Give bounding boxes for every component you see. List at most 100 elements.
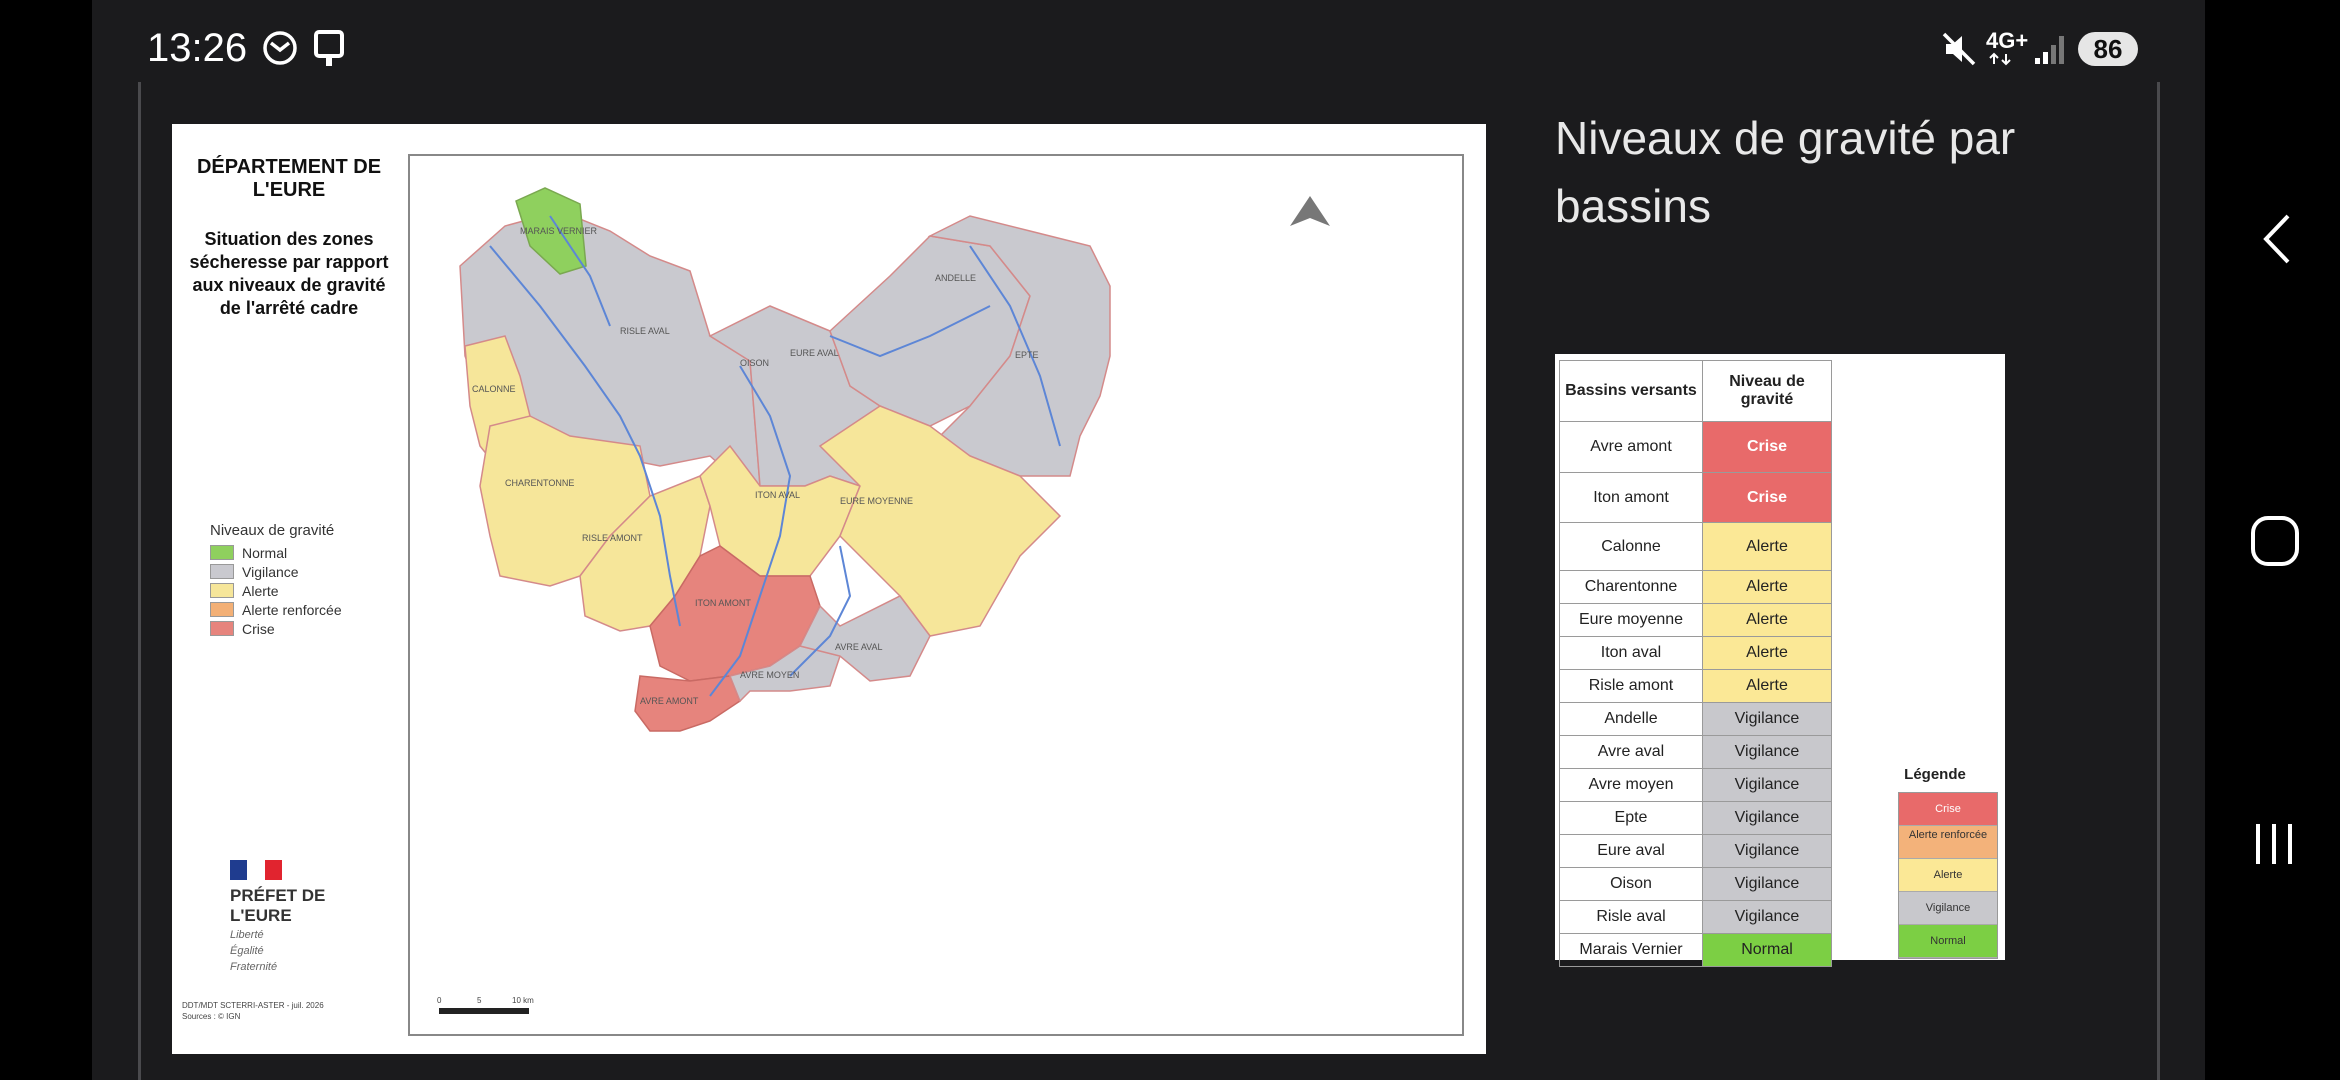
region-label-avre-aval: AVRE AVAL xyxy=(835,642,883,652)
north-arrow-icon xyxy=(1290,196,1330,226)
map-subtitle: Situation des zones sécheresse par rappo… xyxy=(189,229,389,318)
recent-apps-nav-button[interactable] xyxy=(2252,820,2296,873)
status-time: 13:26 xyxy=(147,26,248,70)
region-label-eure-aval: EURE AVAL xyxy=(790,348,839,358)
map-legend-label: Vigilance xyxy=(242,563,299,580)
home-nav-button[interactable] xyxy=(2250,515,2300,572)
bassin-cell: Risle aval xyxy=(1559,900,1703,934)
table-legend-item: Alerte renforcée xyxy=(1899,826,1997,859)
table-row: Charentonne Alerte xyxy=(1559,570,1832,604)
map-legend-item: Normal xyxy=(210,543,342,562)
drought-map: MARAIS VERNIER RISLE AVAL CALONNE OISON … xyxy=(459,187,1330,732)
gravity-table-image[interactable]: Bassins versants Niveau de gravité Avre … xyxy=(1555,354,2005,967)
table-legend-item: Crise xyxy=(1899,793,1997,826)
region-label-iton-amont: ITON AMONT xyxy=(695,598,751,608)
table-legend-item: Alerte xyxy=(1899,859,1997,892)
table-row: Avre aval Vigilance xyxy=(1559,735,1832,769)
table-row: Avre moyen Vigilance xyxy=(1559,768,1832,802)
niveau-cell: Alerte xyxy=(1702,570,1832,604)
bassin-cell: Epte xyxy=(1559,801,1703,835)
region-label-avre-amont: AVRE AMONT xyxy=(640,696,699,706)
gravity-table: Bassins versants Niveau de gravité Avre … xyxy=(1559,360,1832,967)
bassin-cell: Andelle xyxy=(1559,702,1703,736)
map-frame: MARAIS VERNIER RISLE AVAL CALONNE OISON … xyxy=(408,154,1464,1036)
legend-swatch xyxy=(210,583,234,598)
republic-flag-icon xyxy=(230,860,282,880)
table-header-bassins: Bassins versants xyxy=(1559,360,1703,422)
left-content-border xyxy=(138,82,141,1080)
region-label-risle-amont: RISLE AMONT xyxy=(582,533,643,543)
map-legend-label: Crise xyxy=(242,620,275,637)
niveau-cell: Alerte xyxy=(1702,522,1832,571)
legend-swatch xyxy=(210,602,234,617)
region-label-eure-moyenne: EURE MOYENNE xyxy=(840,496,913,506)
niveau-cell: Alerte xyxy=(1702,636,1832,670)
table-row: Andelle Vigilance xyxy=(1559,702,1832,736)
network-type-icon: 4G+ xyxy=(1986,28,2029,66)
bassin-cell: Risle amont xyxy=(1559,669,1703,703)
network-type-label: 4G+ xyxy=(1986,28,2029,53)
scale-bar: 0 5 10 km xyxy=(437,994,537,1023)
table-row: Epte Vigilance xyxy=(1559,801,1832,835)
cast-notification-icon xyxy=(313,30,345,73)
devise-fraternite: Fraternité xyxy=(230,961,278,973)
region-label-marais-vernier: MARAIS VERNIER xyxy=(520,226,598,236)
bassin-cell: Avre aval xyxy=(1559,735,1703,769)
region-label-epte: EPTE xyxy=(1015,350,1039,360)
map-legend: Niveaux de gravité Normal Vigilance Aler… xyxy=(210,522,342,638)
map-legend-label: Alerte renforcée xyxy=(242,601,342,618)
niveau-cell: Alerte xyxy=(1702,603,1832,637)
bassin-cell: Charentonne xyxy=(1559,570,1703,604)
map-legend-item: Alerte xyxy=(210,581,342,600)
bassin-cell: Eure moyenne xyxy=(1559,603,1703,637)
bassin-cell: Marais Vernier xyxy=(1559,933,1703,967)
back-nav-button[interactable] xyxy=(2258,212,2296,271)
devise-egalite: Égalité xyxy=(230,945,264,957)
scale-label: 0 xyxy=(437,996,442,1005)
table-row: Risle amont Alerte xyxy=(1559,669,1832,703)
bassin-cell: Iton aval xyxy=(1559,636,1703,670)
devise-liberte: Liberté xyxy=(230,929,264,941)
region-label-charentonne: CHARENTONNE xyxy=(505,478,574,488)
map-legend-label: Normal xyxy=(242,544,288,561)
scale-label: 10 km xyxy=(512,996,534,1005)
signal-strength-icon xyxy=(2033,32,2069,71)
legend-swatch xyxy=(210,621,234,636)
region-label-oison: OISON xyxy=(740,358,769,368)
table-row: Marais Vernier Normal xyxy=(1559,933,1832,967)
left-screen-edge xyxy=(0,0,92,1080)
map-legend-item: Crise xyxy=(210,619,342,638)
legend-swatch xyxy=(210,564,234,579)
table-row: Eure aval Vigilance xyxy=(1559,834,1832,868)
table-row: Avre amont Crise xyxy=(1559,421,1832,473)
table-row: Iton aval Alerte xyxy=(1559,636,1832,670)
niveau-cell: Vigilance xyxy=(1702,900,1832,934)
map-credit: DDT/MDT SCTERRI-ASTER - juil. 2026 Sourc… xyxy=(182,1000,324,1022)
map-legend-label: Alerte xyxy=(242,582,279,599)
map-department-title: DÉPARTEMENT DE L'EURE xyxy=(196,156,382,201)
drought-map-image[interactable]: DÉPARTEMENT DE L'EURE Situation des zone… xyxy=(172,124,1486,1054)
scale-label: 5 xyxy=(477,996,482,1005)
map-credit-line: DDT/MDT SCTERRI-ASTER - juil. 2026 xyxy=(182,1001,324,1010)
region-label-avre-moyen: AVRE MOYEN xyxy=(740,670,799,680)
table-legend-title: Légende xyxy=(1904,766,1966,783)
bassin-cell: Iton amont xyxy=(1559,472,1703,523)
niveau-cell: Vigilance xyxy=(1702,735,1832,769)
email-notification-icon xyxy=(262,30,298,71)
table-legend: Crise Alerte renforcée Alerte Vigilance Norm… xyxy=(1898,792,1998,959)
table-legend-item: Vigilance xyxy=(1899,892,1997,925)
region-label-iton-aval: ITON AVAL xyxy=(755,490,800,500)
prefet-logo: PRÉFET DE L'EURE Liberté Égalité Fratern… xyxy=(230,860,340,974)
table-legend-item: Normal xyxy=(1899,925,1997,958)
region-label-andelle: ANDELLE xyxy=(935,273,976,283)
bassin-cell: Calonne xyxy=(1559,522,1703,571)
region-label-risle-aval: RISLE AVAL xyxy=(620,326,670,336)
map-legend-item: Vigilance xyxy=(210,562,342,581)
niveau-cell: Crise xyxy=(1702,472,1832,523)
map-legend-title: Niveaux de gravité xyxy=(210,522,335,539)
table-row: Oison Vigilance xyxy=(1559,867,1832,901)
table-row: Eure moyenne Alerte xyxy=(1559,603,1832,637)
map-credit-line: Sources : © IGN xyxy=(182,1012,241,1021)
niveau-cell: Vigilance xyxy=(1702,867,1832,901)
niveau-cell: Vigilance xyxy=(1702,801,1832,835)
